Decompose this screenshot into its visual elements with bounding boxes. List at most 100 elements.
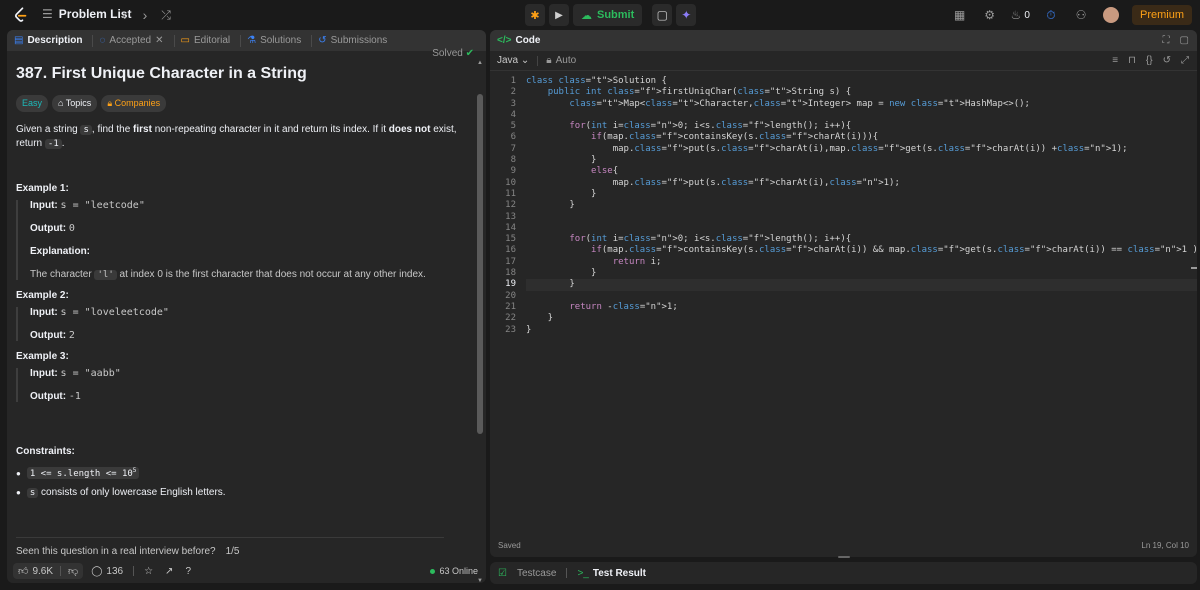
add-user-icon[interactable]: ⚇	[1072, 6, 1090, 24]
desc-text: , find the	[91, 124, 134, 135]
flame-icon: ♨	[1010, 8, 1022, 22]
companies-chip[interactable]: 🔒︎ Companies	[101, 95, 167, 112]
language-select[interactable]: Java ⌄	[497, 55, 529, 66]
code-line[interactable]	[526, 291, 1197, 302]
code-line[interactable]: for(int i=class="n">0; i<s.class="f">len…	[526, 234, 1197, 245]
problem-title[interactable]: 387. First Unique Character in a String	[16, 65, 476, 83]
tab-test-result[interactable]: Test Result	[593, 568, 646, 579]
list-icon: ☰	[42, 7, 53, 21]
bookmark-icon[interactable]: ⊓	[1128, 55, 1136, 66]
code-line[interactable]: class class="t">Solution {	[526, 76, 1197, 87]
code-lines[interactable]: class class="t">Solution { public int cl…	[526, 76, 1197, 336]
notes-button[interactable]: ▢	[652, 4, 673, 26]
code-line[interactable]	[526, 223, 1197, 234]
run-button[interactable]: ▶	[549, 4, 569, 26]
gear-icon[interactable]: ⚙	[981, 6, 999, 24]
code-line[interactable]: }	[526, 279, 1197, 291]
layout-grid-icon[interactable]: ▦	[951, 6, 969, 24]
example-input: s = "leetcode"	[60, 200, 145, 211]
expand-icon[interactable]: ⤢	[1181, 55, 1189, 66]
line-number: 19	[505, 279, 516, 290]
tab-submissions-label: Submissions	[330, 35, 388, 46]
code-line[interactable]: }	[526, 313, 1197, 324]
resize-handle[interactable]	[838, 556, 850, 558]
comment-count: 136	[106, 565, 124, 577]
code-line[interactable]	[526, 110, 1197, 121]
history-icon: ↺	[318, 35, 327, 46]
code-line[interactable]: return -class="n">1;	[526, 302, 1197, 313]
tab-accepted-label: Accepted	[109, 35, 152, 46]
reset-icon[interactable]: ↺	[1163, 55, 1171, 66]
share-icon[interactable]: ↗	[165, 566, 173, 577]
input-label: Input:	[30, 307, 58, 318]
code-line[interactable]: map.class="f">put(s.class="f">charAt(i),…	[526, 178, 1197, 189]
tab-editorial[interactable]: ▭ Editorial	[181, 35, 231, 46]
comments-button[interactable]: ◯ 136	[91, 566, 123, 577]
code-line[interactable]: }	[526, 325, 1197, 336]
streak-counter[interactable]: ♨ 0	[1011, 6, 1030, 24]
input-label: Input:	[30, 368, 58, 379]
tab-code[interactable]: </> Code	[497, 35, 540, 46]
braces-icon[interactable]: {}	[1146, 55, 1153, 66]
terminal-icon: >_	[577, 567, 589, 579]
like-button[interactable]: 👍︎ 9.6K 👎︎	[13, 563, 84, 579]
save-status: Saved	[498, 540, 521, 550]
code-line[interactable]: if(map.class="f">containsKey(s.class="f"…	[526, 132, 1197, 143]
editor-status-bar: Saved Ln 19, Col 10	[490, 533, 1197, 557]
timer-icon[interactable]: ⏱	[1042, 6, 1060, 24]
submit-label: Submit	[597, 9, 635, 21]
mode-label[interactable]: Auto	[556, 55, 577, 66]
thumbs-down-icon[interactable]: 👎︎	[68, 565, 78, 577]
interview-prompt[interactable]: Seen this question in a real interview b…	[16, 546, 239, 557]
format-icon[interactable]: ≡	[1112, 55, 1118, 66]
tab-editorial-label: Editorial	[193, 35, 231, 46]
code-line[interactable]: if(map.class="f">containsKey(s.class="f"…	[526, 245, 1197, 256]
explanation-label: Explanation:	[30, 246, 91, 257]
code-line[interactable]: }	[526, 189, 1197, 200]
line-number: 2	[510, 87, 516, 98]
submit-button[interactable]: ☁ Submit	[573, 4, 643, 26]
code-line[interactable]: }	[526, 268, 1197, 279]
code-line[interactable]: }	[526, 155, 1197, 166]
tab-submissions[interactable]: ↺ Submissions	[318, 35, 387, 46]
description-scrollbar[interactable]: ▲ ▼	[477, 60, 483, 583]
code-line[interactable]	[526, 212, 1197, 223]
help-icon[interactable]: ?	[185, 566, 191, 577]
code-line[interactable]: class="t">Map<class="t">Character,class=…	[526, 99, 1197, 110]
tab-description[interactable]: ▤ Description	[14, 35, 82, 46]
debug-button[interactable]: ✱	[525, 4, 545, 26]
topics-chip[interactable]: ⌂ Topics	[52, 95, 98, 112]
code-line[interactable]: for(int i=class="n">0; i<s.class="f">len…	[526, 121, 1197, 132]
close-icon[interactable]: ✕	[155, 35, 163, 46]
code-line[interactable]: return i;	[526, 257, 1197, 268]
explanation-text: at index 0 is the first character that d…	[116, 269, 426, 280]
shuffle-icon[interactable]: ⤮	[158, 7, 174, 23]
tab-testcase[interactable]: Testcase	[517, 568, 556, 579]
line-number: 5	[510, 121, 516, 132]
code-editor[interactable]: 1 2 3 4 5 6 7 8 9 10 11 12 13 14 15 16 17 18 19 20 21 22 23 cl…	[490, 71, 1197, 516]
tab-solutions[interactable]: ⚗ Solutions	[247, 35, 301, 46]
line-number: 11	[505, 188, 516, 199]
maximize-icon[interactable]: ⛶	[1163, 35, 1170, 46]
next-problem-button[interactable]: ›	[137, 7, 153, 23]
star-icon[interactable]: ☆	[144, 566, 153, 577]
prev-problem-button[interactable]: ‹	[116, 7, 132, 23]
code-line[interactable]: public int class="f">firstUniqChar(class…	[526, 87, 1197, 98]
avatar[interactable]	[1102, 6, 1120, 24]
code-line[interactable]: else{	[526, 166, 1197, 177]
tab-accepted[interactable]: ◌ Accepted ✕	[99, 35, 163, 46]
bug-icon: ✱	[530, 9, 540, 22]
code-line[interactable]: map.class="f">put(s.class="f">charAt(i),…	[526, 144, 1197, 155]
inline-code: 'l'	[94, 270, 117, 280]
leetcode-logo-icon[interactable]	[12, 6, 30, 24]
premium-button[interactable]: Premium	[1131, 5, 1192, 25]
window-icon[interactable]: ▢	[1180, 35, 1189, 46]
companies-label: Companies	[114, 98, 161, 108]
example-heading: Example 1:	[16, 183, 69, 194]
sparkle-icon: ✦	[681, 8, 692, 22]
ai-assist-button[interactable]: ✦	[676, 4, 697, 26]
code-line[interactable]: }	[526, 200, 1197, 211]
description-panel: ▤ Description ◌ Accepted ✕ ▭ Editorial ⚗…	[7, 30, 486, 583]
line-number: 9	[510, 166, 516, 177]
interview-question: Seen this question in a real interview b…	[16, 546, 216, 557]
